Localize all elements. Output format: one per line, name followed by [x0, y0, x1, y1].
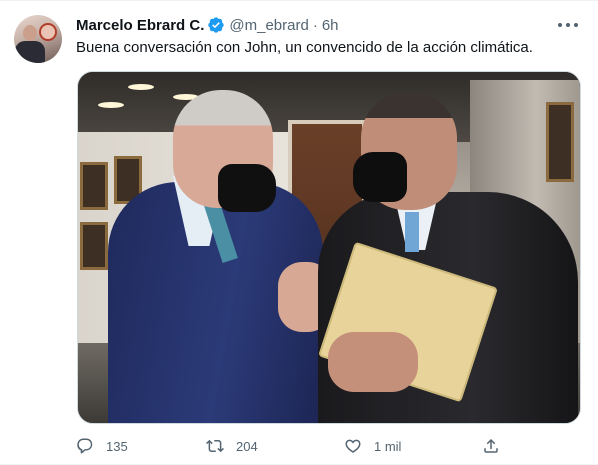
tweet[interactable]: Marcelo Ebrard C. @m_ebrard · 6h Buena c…	[0, 0, 598, 465]
avatar-head	[23, 25, 37, 41]
ceiling-light	[98, 102, 124, 108]
ceiling-light	[128, 84, 154, 90]
author-name[interactable]: Marcelo Ebrard C.	[76, 17, 204, 34]
reply-button[interactable]: 135	[76, 435, 128, 457]
author-avatar[interactable]	[14, 15, 62, 63]
right-person-mask	[353, 152, 407, 202]
author-handle[interactable]: @m_ebrard	[229, 17, 308, 34]
reply-count: 135	[106, 438, 128, 454]
tweet-header: Marcelo Ebrard C. @m_ebrard · 6h	[76, 15, 339, 35]
reply-icon	[77, 438, 93, 454]
like-count: 1 mil	[374, 438, 402, 454]
tweet-text: Buena conversación con John, un convenci…	[76, 39, 533, 56]
tweet-timestamp[interactable]: 6h	[322, 17, 339, 34]
retweet-icon	[206, 439, 224, 453]
share-button[interactable]	[482, 435, 500, 457]
tweet-photo[interactable]	[77, 71, 581, 424]
right-person-tie	[405, 212, 419, 252]
like-button[interactable]: 1 mil	[344, 435, 401, 457]
avatar-body	[15, 41, 45, 63]
tweet-actions: 135 204 1 mil	[76, 435, 506, 457]
avatar-seal	[39, 23, 57, 41]
header-separator: ·	[312, 16, 318, 34]
wall-painting	[546, 102, 574, 182]
wall-painting	[80, 222, 108, 270]
more-options-icon[interactable]	[558, 17, 578, 33]
share-icon	[484, 438, 498, 453]
like-icon	[345, 439, 361, 453]
left-person-mask	[218, 164, 276, 212]
retweet-button[interactable]: 204	[206, 435, 258, 457]
retweet-count: 204	[236, 438, 258, 454]
verified-badge-icon	[207, 16, 225, 34]
right-person-hands	[328, 332, 418, 392]
wall-painting	[80, 162, 108, 210]
